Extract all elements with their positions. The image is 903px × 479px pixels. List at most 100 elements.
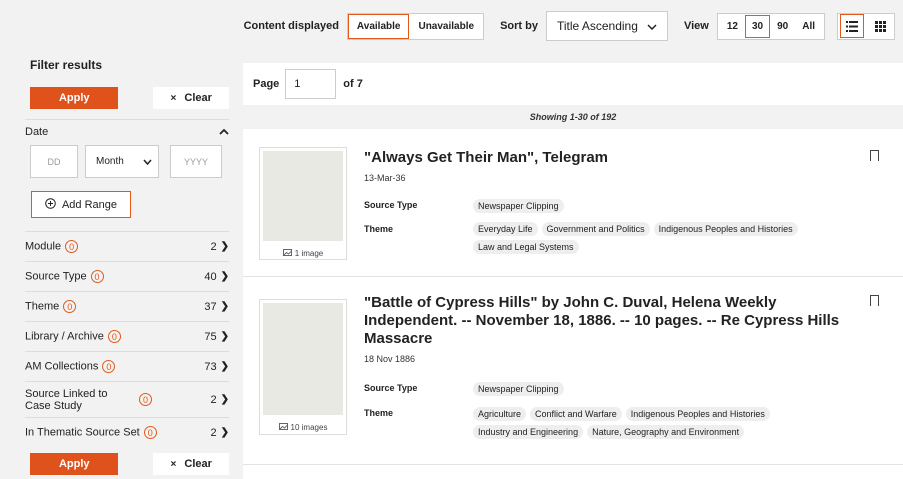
facet-label: Source Linked to Case Study bbox=[25, 387, 108, 412]
source-type-label: Source Type bbox=[364, 383, 418, 393]
view-90-button[interactable]: 90 bbox=[770, 15, 795, 38]
chevron-down-icon: ❯ bbox=[220, 241, 229, 252]
result-title[interactable]: "Battle of Cypress Hills" by John C. Duv… bbox=[364, 294, 864, 348]
results-count: Showing 1-30 of 192 bbox=[243, 105, 903, 129]
theme-tag[interactable]: Agriculture bbox=[473, 407, 527, 421]
facet-label: Theme bbox=[25, 300, 60, 313]
theme-tag[interactable]: Law and Legal Systems bbox=[473, 240, 579, 254]
clear-label: Clear bbox=[184, 458, 212, 470]
theme-tag[interactable]: Conflict and Warfare bbox=[530, 407, 622, 421]
chevron-down-icon: ❯ bbox=[220, 301, 229, 312]
facet-label: Module bbox=[25, 240, 62, 253]
facet-badge: 0 bbox=[139, 393, 152, 406]
facet-count: 2 bbox=[210, 393, 217, 406]
filter-title: Filter results bbox=[30, 58, 103, 72]
add-range-button[interactable]: Add Range bbox=[31, 191, 131, 218]
facet-label: Library / Archive bbox=[25, 330, 104, 343]
theme-tag[interactable]: Indigenous Peoples and Histories bbox=[653, 222, 798, 236]
chevron-down-icon: ❯ bbox=[220, 427, 229, 438]
layout-toggle bbox=[837, 12, 895, 40]
facet-am-collections[interactable]: AM Collections 0 73 ❯ bbox=[25, 351, 229, 381]
clear-button-bottom[interactable]: × Clear bbox=[153, 453, 229, 475]
close-icon: × bbox=[170, 458, 177, 470]
facet-label: Source Type bbox=[25, 270, 87, 283]
content-displayed-label: Content displayed bbox=[243, 20, 339, 32]
bookmark-icon[interactable] bbox=[870, 150, 879, 161]
available-button[interactable]: Available bbox=[347, 13, 410, 39]
chevron-down-icon bbox=[647, 19, 657, 33]
result-thumbnail[interactable]: 1 image bbox=[259, 147, 347, 260]
chevron-down-icon bbox=[143, 159, 152, 165]
list-view-icon[interactable] bbox=[840, 14, 864, 38]
pager: Page 1 of 7 bbox=[243, 63, 903, 104]
result-item: 10 images "Battle of Cypress Hills" by J… bbox=[243, 277, 903, 465]
apply-button-bottom[interactable]: Apply bbox=[30, 453, 119, 475]
facet-count: 73 bbox=[204, 360, 217, 373]
result-title[interactable]: "Always Get Their Man", Telegram bbox=[364, 149, 608, 167]
image-icon bbox=[282, 248, 292, 258]
image-count-label: 10 images bbox=[290, 422, 328, 432]
sort-by-label: Sort by bbox=[500, 20, 538, 32]
facet-badge: 0 bbox=[143, 426, 157, 439]
facet-badge: 0 bbox=[63, 300, 77, 313]
view-count-group: 12 30 90 All bbox=[716, 12, 825, 40]
results-panel: Page 1 of 7 Showing 1-30 of 192 1 image … bbox=[243, 63, 903, 479]
facet-count: 40 bbox=[204, 270, 217, 283]
source-type-tag[interactable]: Newspaper Clipping bbox=[473, 199, 564, 213]
result-thumbnail[interactable]: 10 images bbox=[259, 299, 347, 435]
facet-thematic-source-set[interactable]: In Thematic Source Set 0 2 ❯ bbox=[25, 417, 229, 447]
image-count: 10 images bbox=[260, 418, 346, 436]
toolbar: Content displayed Available Unavailable … bbox=[0, 0, 903, 52]
chevron-up-icon[interactable] bbox=[219, 126, 229, 138]
image-icon bbox=[278, 422, 288, 432]
date-label: Date bbox=[25, 126, 49, 138]
facet-badge: 0 bbox=[90, 270, 104, 283]
sort-select[interactable]: Title Ascending bbox=[545, 11, 668, 41]
result-date: 13-Mar-36 bbox=[364, 173, 406, 183]
facet-library-archive[interactable]: Library / Archive 0 75 ❯ bbox=[25, 321, 229, 351]
chevron-down-icon: ❯ bbox=[220, 394, 229, 405]
result-title-line: Independent. -- November 18, 1886. -- 10… bbox=[364, 312, 840, 329]
chevron-down-icon: ❯ bbox=[220, 331, 229, 342]
source-type-tag[interactable]: Newspaper Clipping bbox=[473, 382, 564, 396]
theme-label: Theme bbox=[364, 224, 394, 234]
grid-view-icon[interactable] bbox=[868, 14, 892, 38]
theme-tag[interactable]: Indigenous Peoples and Histories bbox=[625, 407, 770, 421]
content-toggle: Available Unavailable bbox=[346, 12, 485, 40]
view-all-button[interactable]: All bbox=[795, 15, 822, 38]
clear-button[interactable]: × Clear bbox=[153, 87, 229, 109]
view-30-button[interactable]: 30 bbox=[744, 14, 771, 38]
facet-source-type[interactable]: Source Type 0 40 ❯ bbox=[25, 261, 229, 291]
bookmark-icon[interactable] bbox=[870, 295, 879, 306]
plus-circle-icon bbox=[45, 197, 56, 212]
chevron-down-icon: ❯ bbox=[220, 361, 229, 372]
page-input[interactable]: 1 bbox=[285, 68, 337, 99]
add-range-label: Add Range bbox=[61, 198, 118, 211]
month-label: Month bbox=[96, 156, 124, 167]
result-item: 1 image "Always Get Their Man", Telegram… bbox=[243, 129, 903, 277]
facet-count: 75 bbox=[204, 330, 217, 343]
year-input[interactable]: YYYY bbox=[170, 145, 222, 178]
page-label: Page bbox=[253, 77, 280, 90]
facet-theme[interactable]: Theme 0 37 ❯ bbox=[25, 291, 229, 321]
facet-module[interactable]: Module 0 2 ❯ bbox=[25, 231, 229, 261]
theme-tag[interactable]: Everyday Life bbox=[473, 222, 538, 236]
facet-label: AM Collections bbox=[25, 360, 99, 373]
facet-label: In Thematic Source Set bbox=[25, 426, 140, 439]
facet-count: 37 bbox=[204, 300, 217, 313]
facet-badge: 0 bbox=[107, 330, 121, 343]
facet-source-linked[interactable]: Source Linked to Case Study 0 2 ❯ bbox=[25, 381, 229, 417]
day-input[interactable]: DD bbox=[30, 145, 78, 178]
month-select[interactable]: Month bbox=[85, 145, 159, 178]
facet-count: 2 bbox=[210, 240, 217, 253]
theme-tag[interactable]: Industry and Engineering bbox=[473, 425, 584, 439]
unavailable-button[interactable]: Unavailable bbox=[409, 14, 483, 39]
view-12-button[interactable]: 12 bbox=[720, 15, 745, 38]
facet-badge: 0 bbox=[102, 360, 116, 373]
sort-value: Title Ascending bbox=[556, 19, 638, 33]
filter-sidebar: Filter results Apply × Clear Date DD Mon… bbox=[0, 52, 238, 479]
date-facet: Date DD Month YYYY Add Range bbox=[25, 119, 229, 218]
apply-button[interactable]: Apply bbox=[30, 87, 119, 109]
theme-tag[interactable]: Government and Politics bbox=[541, 222, 650, 236]
theme-tag[interactable]: Nature, Geography and Environment bbox=[587, 425, 745, 439]
